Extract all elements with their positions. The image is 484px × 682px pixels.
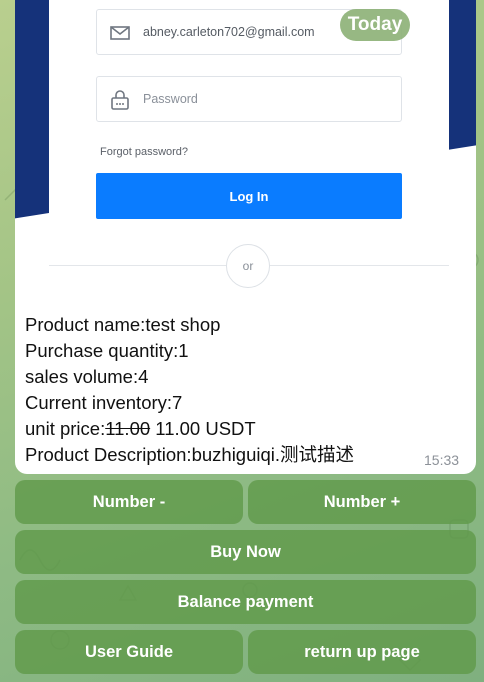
buy-now-button[interactable]: Buy Now (15, 530, 476, 574)
product-name-line: Product name:test shop (25, 314, 221, 335)
sales-volume: 4 (138, 366, 149, 387)
product-description: buzhiguiqi.测试描述 (191, 444, 355, 465)
quantity-line: Purchase quantity:1 (25, 340, 189, 361)
message-time: 15:33 (424, 452, 460, 468)
price-line: unit price:11.00 11.00 USDT (25, 418, 256, 439)
message-bubble: abney.carleton702@gmail.com Password For… (15, 0, 476, 474)
current-inventory: 7 (172, 392, 183, 413)
number-plus-button[interactable]: Number + (248, 480, 476, 524)
sales-line: sales volume:4 (25, 366, 149, 387)
forgot-password-link: Forgot password? (100, 146, 189, 158)
return-up-page-button[interactable]: return up page (248, 630, 476, 674)
mail-icon (110, 26, 130, 40)
password-field: Password (96, 76, 402, 122)
description-line: Product Description:buzhiguiqi.测试描述 (25, 444, 355, 465)
link-preview-image: abney.carleton702@gmail.com Password For… (15, 0, 476, 301)
date-badge: Today (340, 9, 410, 41)
password-placeholder: Password (143, 92, 198, 106)
or-separator: or (226, 244, 270, 288)
product-details: Product name:test shop Purchase quantity… (25, 312, 445, 468)
user-guide-button[interactable]: User Guide (15, 630, 243, 674)
lock-icon (111, 90, 129, 110)
inventory-line: Current inventory:7 (25, 392, 183, 413)
old-price: 11.00 (105, 418, 151, 439)
purchase-quantity: 1 (178, 340, 189, 361)
login-button: Log In (96, 173, 402, 219)
email-value: abney.carleton702@gmail.com (143, 25, 315, 39)
balance-payment-button[interactable]: Balance payment (15, 580, 476, 624)
product-name: test shop (145, 314, 221, 335)
new-price: 11.00 USDT (150, 418, 256, 439)
login-form-screenshot: abney.carleton702@gmail.com Password For… (49, 0, 449, 301)
number-minus-button[interactable]: Number - (15, 480, 243, 524)
